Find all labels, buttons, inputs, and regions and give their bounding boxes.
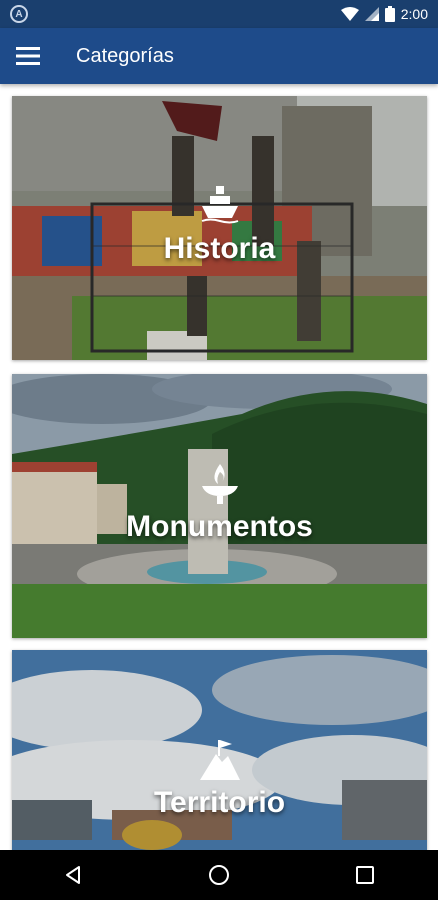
system-nav-bar	[0, 850, 438, 900]
status-time: 2:00	[400, 6, 428, 22]
wifi-icon	[340, 7, 359, 21]
recents-icon	[356, 866, 374, 884]
status-bar: A 2:00	[0, 0, 438, 28]
category-label: Monumentos	[126, 510, 313, 543]
menu-button[interactable]	[0, 28, 56, 84]
category-card-historia[interactable]: Historia	[12, 96, 427, 360]
ship-icon	[201, 186, 238, 224]
category-card-territorio[interactable]: Territorio	[12, 650, 427, 850]
category-label: Territorio	[153, 786, 286, 819]
category-label: Historia	[163, 232, 276, 265]
page-title: Categorías	[76, 44, 174, 67]
back-button[interactable]	[43, 850, 103, 900]
recents-button[interactable]	[335, 850, 395, 900]
app-bar: Categorías	[0, 28, 438, 84]
signal-icon	[364, 7, 379, 21]
category-list: Historia Monumentos Territorio	[0, 84, 438, 850]
hamburger-menu-icon	[16, 47, 40, 65]
back-icon	[66, 866, 80, 884]
home-button[interactable]	[189, 850, 249, 900]
mountain-flag-icon	[199, 740, 240, 780]
category-card-monumentos[interactable]: Monumentos	[12, 374, 427, 638]
torch-icon	[201, 464, 238, 504]
app-notification-icon: A	[10, 5, 28, 23]
home-icon	[209, 865, 229, 885]
battery-icon	[384, 6, 395, 22]
